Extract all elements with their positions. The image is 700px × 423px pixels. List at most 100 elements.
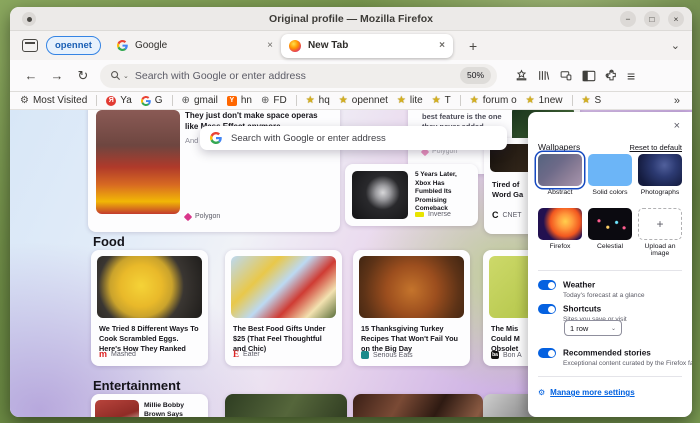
recommended-stories-toggle[interactable] [538, 348, 556, 358]
star-icon: ★ [396, 95, 406, 106]
tab-label: New Tab [307, 40, 349, 51]
bookmark-fd[interactable]: ⊕ FD [261, 95, 287, 106]
wallpapers-label: Wallpapers [538, 142, 581, 152]
yandex-favicon: Я [106, 95, 117, 106]
firefox-view-icon[interactable] [22, 39, 38, 52]
firefox-thumb[interactable] [538, 208, 582, 240]
wallpaper-photographs[interactable]: Photographs [638, 154, 682, 196]
eater-logo-icon: E [233, 349, 240, 359]
weather-toggle[interactable] [538, 280, 556, 290]
url-bar[interactable]: ⌄ 50% [100, 63, 497, 88]
star-icon: ★ [338, 95, 348, 106]
bookmark-ya[interactable]: Я Ya [106, 95, 132, 106]
search-icon [111, 71, 121, 81]
weather-setting: Weather Today's forecast at a glance [538, 280, 684, 299]
bookmark-most-visited[interactable]: ⚙ Most Visited [20, 95, 87, 106]
bookmarks-toolbar: ⚙ Most Visited Я Ya G ⊕ gmail Yhn ⊕ FD ★ hq ★… [10, 92, 692, 110]
shortcuts-toggle[interactable] [538, 304, 556, 314]
wallpaper-celestial[interactable]: Celestial [588, 208, 632, 257]
close-button[interactable]: × [668, 11, 684, 27]
wallpaper-upload[interactable]: + Upload an image [638, 208, 682, 257]
separator [459, 95, 461, 106]
abstract-thumb[interactable] [538, 154, 582, 186]
newtab-search-bar[interactable] [200, 126, 507, 150]
story-image: GIR [95, 400, 139, 417]
tab-close-icon[interactable]: × [267, 40, 273, 51]
minimize-button[interactable]: − [620, 11, 636, 27]
upload-plus-icon[interactable]: + [638, 208, 682, 240]
food-card-turkey[interactable]: 15 Thanksgiving Turkey Recipes That Won'… [353, 250, 470, 366]
bookmark-forum-o[interactable]: ★ forum o [470, 95, 517, 106]
newtab-search-input[interactable] [231, 132, 497, 144]
shortcuts-label: Shortcuts [563, 304, 602, 314]
polygon-logo-icon [183, 212, 193, 221]
mashed-logo-icon: m [99, 349, 108, 359]
tab-new-tab-active[interactable]: New Tab × [280, 33, 453, 58]
zoom-level-badge[interactable]: 50% [459, 67, 491, 84]
story-source: Mashed [111, 350, 136, 358]
forward-button[interactable]: → [46, 68, 68, 83]
bookmarks-overflow-chevron-icon[interactable]: » [674, 95, 680, 107]
search-engine-chevron-icon[interactable]: ⌄ [123, 72, 129, 80]
entertainment-card-2[interactable] [225, 394, 347, 417]
gear-icon: ⚙ [20, 95, 29, 106]
chevron-down-icon: ⌄ [610, 325, 616, 332]
food-card-eggs[interactable]: We Tried 8 Different Ways To Cook Scramb… [91, 250, 208, 366]
firefox-window: Original profile — Mozilla Firefox − □ ×… [10, 7, 692, 417]
synced-devices-icon[interactable] [559, 69, 573, 82]
bookmark-1new[interactable]: ★ 1new [526, 95, 563, 106]
recommended-stories-setting: Recommended stories Exceptional content … [538, 348, 692, 367]
extensions-puzzle-icon[interactable] [605, 69, 618, 82]
story-card-xbox[interactable]: 5 Years Later, Xbox Has Fumbled Its Prom… [345, 164, 478, 226]
tab-google[interactable]: Google × [109, 34, 281, 58]
new-tab-button[interactable]: + [463, 38, 483, 54]
bookmark-t[interactable]: ★ T [432, 95, 451, 106]
wallpaper-tiles: Abstract Solid colors Photographs Firefo… [538, 154, 682, 257]
story-source: Inverse [428, 211, 451, 218]
firefox-favicon [288, 39, 301, 52]
bookmark-hq[interactable]: ★ hq [306, 95, 330, 106]
maximize-button[interactable]: □ [644, 11, 660, 27]
url-input[interactable] [134, 69, 460, 82]
bookmark-hn[interactable]: Yhn [226, 95, 252, 106]
ycombinator-favicon: Y [226, 95, 237, 106]
tab-label: Google [134, 40, 168, 51]
reload-button[interactable]: ↻ [72, 68, 94, 84]
wallpaper-firefox[interactable]: Firefox [538, 208, 582, 257]
star-icon: ★ [469, 95, 479, 106]
recommended-stories-desc: Exceptional content curated by the Firef… [563, 360, 692, 367]
celestial-thumb[interactable] [588, 208, 632, 240]
google-favicon [116, 40, 128, 51]
back-button[interactable]: ← [20, 68, 42, 83]
wallpaper-abstract[interactable]: Abstract [538, 154, 582, 196]
library-icon[interactable] [537, 69, 550, 82]
food-card-gifts[interactable]: The Best Food Gifts Under $25 (That Feel… [225, 250, 342, 366]
save-to-pocket-icon[interactable] [515, 69, 528, 82]
menu-hamburger-icon[interactable]: ≡ [627, 68, 635, 84]
sidebar-toggle-icon[interactable] [582, 70, 596, 82]
star-icon: ★ [581, 95, 591, 106]
story-source: Bon A [503, 351, 522, 359]
photographs-thumb[interactable] [638, 154, 682, 186]
bookmark-s[interactable]: ★ S [582, 95, 602, 106]
panel-close-icon[interactable]: × [674, 120, 680, 132]
shortcut-rows-select[interactable]: 1 row ⌄ [564, 320, 622, 336]
wallpaper-solid-colors[interactable]: Solid colors [588, 154, 632, 196]
bookmark-g[interactable]: G [140, 95, 163, 106]
tab-close-icon[interactable]: × [439, 40, 445, 51]
reset-to-default-link[interactable]: Reset to default [629, 143, 682, 152]
story-source: Polygon [195, 213, 221, 220]
bookmark-opennet[interactable]: ★ opennet [339, 95, 388, 106]
entertainment-card-millie[interactable]: GIR Millie Bobby Brown Says Stranger Thi… [91, 394, 208, 417]
globe-icon: ⊕ [260, 95, 270, 106]
separator [171, 95, 173, 106]
manage-more-settings-link[interactable]: ⚙ Manage more settings [538, 388, 635, 397]
solid-colors-thumb[interactable] [588, 154, 632, 186]
recording-indicator-icon [22, 12, 36, 26]
pinned-tab-opennet[interactable]: opennet [46, 36, 101, 55]
bookmark-lite[interactable]: ★ lite [397, 95, 423, 106]
bookmark-gmail[interactable]: ⊕ gmail [182, 95, 218, 106]
list-all-tabs-chevron-icon[interactable]: ⌄ [671, 39, 680, 52]
cnet-logo-icon: C [492, 210, 499, 220]
entertainment-card-3[interactable] [353, 394, 483, 417]
